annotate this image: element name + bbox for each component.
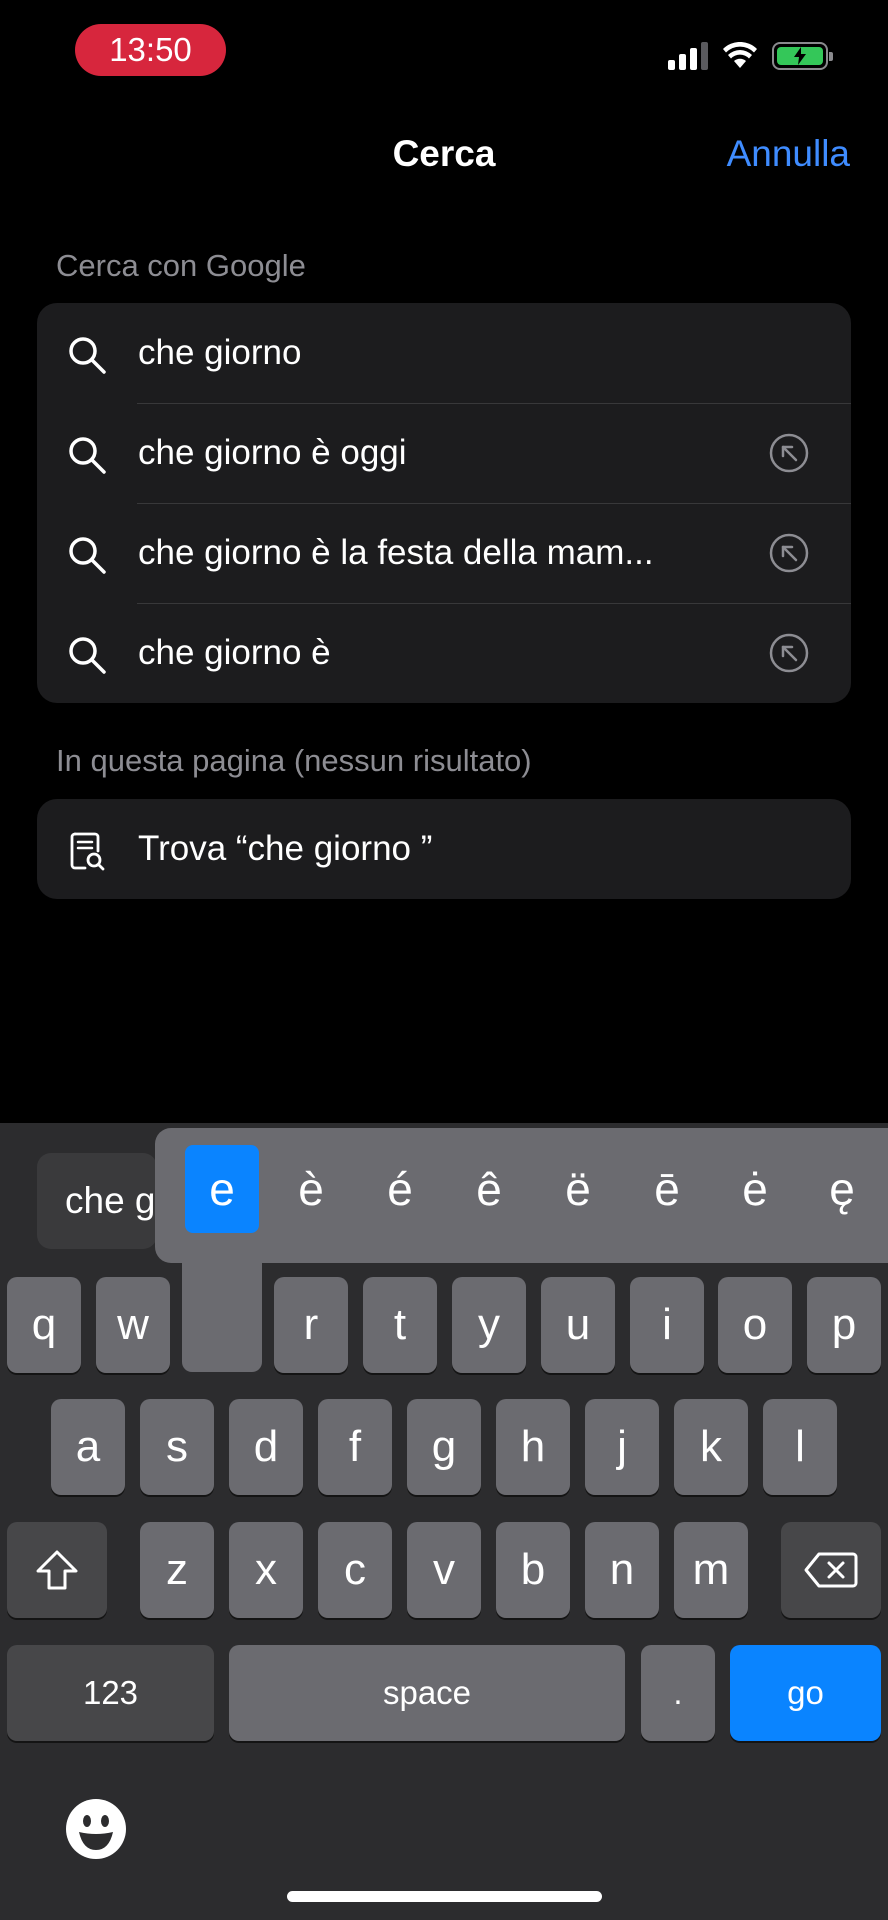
find-on-page-list: Trova “che giorno ” [37, 799, 851, 899]
suggestion-row[interactable]: che giorno [37, 303, 851, 403]
search-icon [69, 437, 106, 474]
shift-key[interactable] [7, 1522, 107, 1618]
shift-arrow-icon [36, 1550, 78, 1590]
key-d[interactable]: d [229, 1399, 303, 1495]
battery-charging-icon [772, 42, 833, 70]
on-page-section-label: In questa pagina (nessun risultato) [56, 743, 532, 778]
go-key[interactable]: go [730, 1645, 881, 1741]
key-o[interactable]: o [718, 1277, 792, 1373]
status-time: 13:50 [75, 24, 226, 76]
accent-option[interactable]: ė [718, 1145, 792, 1233]
search-icon [69, 337, 106, 374]
key-n[interactable]: n [585, 1522, 659, 1618]
key-z[interactable]: z [140, 1522, 214, 1618]
key-i[interactable]: i [630, 1277, 704, 1373]
key-c[interactable]: c [318, 1522, 392, 1618]
key-b[interactable]: b [496, 1522, 570, 1618]
key-x[interactable]: x [229, 1522, 303, 1618]
suggestion-row[interactable]: che giorno è oggi [37, 403, 851, 503]
key-f[interactable]: f [318, 1399, 392, 1495]
google-suggestions-list: che giorno che giorno è oggi che giorno … [37, 303, 851, 703]
accent-option[interactable]: è [274, 1145, 348, 1233]
key-t[interactable]: t [363, 1277, 437, 1373]
wifi-icon [723, 42, 757, 68]
key-q[interactable]: q [7, 1277, 81, 1373]
key-m[interactable]: m [674, 1522, 748, 1618]
cancel-button[interactable]: Annulla [727, 133, 850, 175]
key-r[interactable]: r [274, 1277, 348, 1373]
suggestion-text: che giorno [138, 333, 302, 372]
find-on-page-row[interactable]: Trova “che giorno ” [37, 799, 851, 899]
period-key[interactable]: . [641, 1645, 715, 1741]
find-in-page-icon [70, 832, 105, 871]
status-icons [668, 42, 833, 70]
space-key[interactable]: space [229, 1645, 625, 1741]
numbers-key[interactable]: 123 [7, 1645, 214, 1741]
suggestion-row[interactable]: che giorno è la festa della mam... [37, 503, 851, 603]
accent-popup-stem [182, 1240, 262, 1372]
keyboard-suggestion[interactable]: che g [37, 1153, 157, 1249]
key-h[interactable]: h [496, 1399, 570, 1495]
key-p[interactable]: p [807, 1277, 881, 1373]
suggestion-text: che giorno è la festa della mam... [138, 533, 654, 572]
delete-key[interactable] [781, 1522, 881, 1618]
key-s[interactable]: s [140, 1399, 214, 1495]
suggestion-text: che giorno è [138, 633, 331, 672]
fill-query-arrow-icon[interactable] [769, 633, 809, 673]
suggestion-row[interactable]: che giorno è [37, 603, 851, 703]
search-icon [69, 537, 106, 574]
key-w[interactable]: w [96, 1277, 170, 1373]
key-l[interactable]: l [763, 1399, 837, 1495]
accent-option[interactable]: ë [541, 1145, 615, 1233]
accent-option[interactable]: ę [805, 1145, 879, 1233]
key-g[interactable]: g [407, 1399, 481, 1495]
key-y[interactable]: y [452, 1277, 526, 1373]
google-section-label: Cerca con Google [56, 248, 306, 283]
emoji-icon[interactable] [65, 1798, 127, 1860]
key-a[interactable]: a [51, 1399, 125, 1495]
suggestion-text: che giorno è oggi [138, 433, 407, 472]
accent-option[interactable]: ê [452, 1145, 526, 1233]
search-icon [69, 637, 106, 674]
fill-query-arrow-icon[interactable] [769, 433, 809, 473]
find-on-page-text: Trova “che giorno ” [138, 829, 433, 868]
accent-option[interactable]: é [363, 1145, 437, 1233]
backspace-icon [804, 1552, 858, 1588]
key-u[interactable]: u [541, 1277, 615, 1373]
fill-query-arrow-icon[interactable] [769, 533, 809, 573]
key-j[interactable]: j [585, 1399, 659, 1495]
key-k[interactable]: k [674, 1399, 748, 1495]
accent-option-selected[interactable]: e [185, 1145, 259, 1233]
key-v[interactable]: v [407, 1522, 481, 1618]
home-indicator [287, 1891, 602, 1902]
cellular-signal-icon [668, 42, 708, 70]
accent-option[interactable]: ē [630, 1145, 704, 1233]
